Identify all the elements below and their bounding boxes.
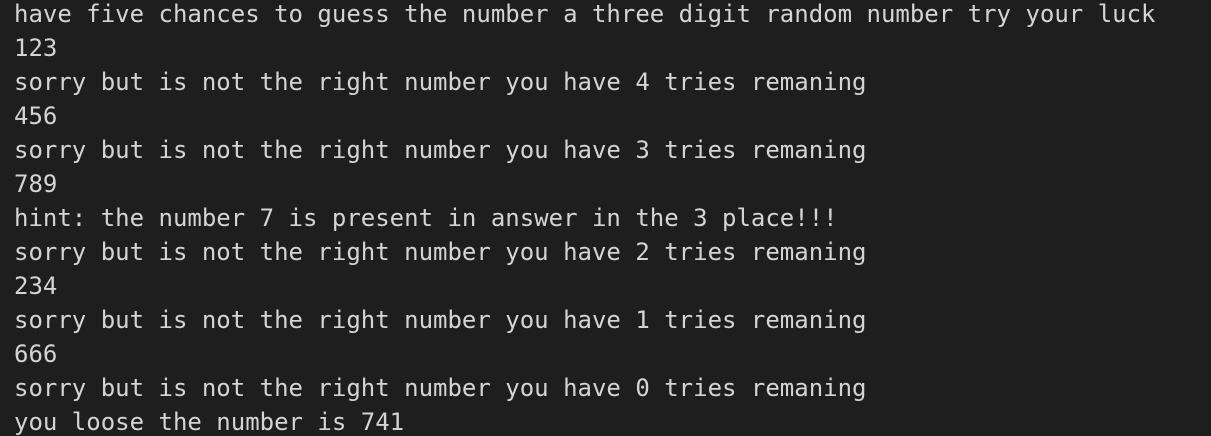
terminal-line: hint: the number 7 is present in answer … xyxy=(14,204,838,232)
terminal-line: you loose the number is 741 xyxy=(14,408,405,436)
terminal-line: have five chances to guess the number a … xyxy=(14,0,1156,28)
terminal-line: 234 xyxy=(14,272,58,300)
terminal-line: 666 xyxy=(14,340,58,368)
terminal-line: sorry but is not the right number you ha… xyxy=(14,374,867,402)
terminal-line: sorry but is not the right number you ha… xyxy=(14,306,867,334)
terminal-output[interactable]: have five chances to guess the number a … xyxy=(0,0,1211,436)
terminal-line: sorry but is not the right number you ha… xyxy=(14,136,867,164)
terminal-line: sorry but is not the right number you ha… xyxy=(14,68,867,96)
terminal-line: sorry but is not the right number you ha… xyxy=(14,238,867,266)
terminal-line: 789 xyxy=(14,170,58,198)
terminal-line: 456 xyxy=(14,102,58,130)
terminal-line: 123 xyxy=(14,34,58,62)
